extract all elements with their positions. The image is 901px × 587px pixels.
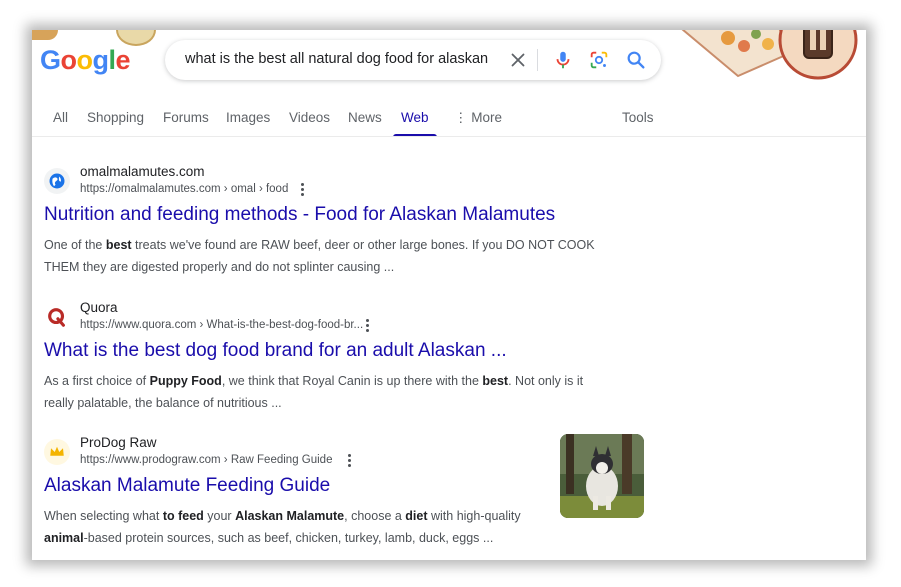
- result-options-icon[interactable]: [295, 181, 309, 197]
- header-divider: [32, 136, 866, 137]
- snippet-text: As a first choice of: [44, 374, 150, 388]
- snippet-text: your: [203, 509, 236, 523]
- google-logo[interactable]: Google: [40, 45, 131, 75]
- logo-letter: l: [108, 45, 117, 75]
- doodle-illustration[interactable]: [668, 30, 866, 94]
- result-title-link[interactable]: What is the best dog food brand for an a…: [44, 340, 507, 362]
- result-thumbnail-image[interactable]: [560, 434, 644, 518]
- doodle-decoration-bubble: [116, 30, 156, 46]
- tab-shopping[interactable]: Shopping: [87, 110, 144, 125]
- result-snippet: When selecting what to feed your Alaskan…: [44, 505, 534, 549]
- tools-button[interactable]: Tools: [622, 110, 654, 125]
- snippet-text: , choose a: [344, 509, 406, 523]
- snippet-highlight: Puppy Food: [149, 374, 222, 388]
- browser-frame: Google what is the best all natural dog …: [32, 30, 866, 560]
- logo-letter: g: [92, 45, 110, 75]
- result-site-name: Quora: [80, 300, 118, 315]
- result-url[interactable]: https://omalmalamutes.com › omal › food: [80, 183, 288, 195]
- snippet-highlight: to feed: [162, 509, 204, 523]
- logo-letter: e: [115, 45, 131, 75]
- tab-images[interactable]: Images: [226, 110, 270, 125]
- search-input[interactable]: what is the best all natural dog food fo…: [185, 51, 488, 67]
- result-options-icon[interactable]: [360, 317, 374, 333]
- doodle-decoration-left: [32, 30, 58, 40]
- tab-videos[interactable]: Videos: [289, 110, 330, 125]
- snippet-highlight: diet: [405, 509, 428, 523]
- close-icon[interactable]: [507, 49, 529, 71]
- snippet-text: -based protein sources, such as beef, ch…: [83, 531, 494, 545]
- tab-more-label: More: [471, 110, 503, 125]
- search-divider: [537, 49, 538, 71]
- crown-icon: [44, 439, 70, 465]
- snippet-highlight: best: [105, 238, 132, 252]
- logo-letter: G: [40, 45, 61, 75]
- snippet-text: One of the: [44, 238, 106, 252]
- more-vert-icon: ⋮: [454, 110, 468, 125]
- result-title-link[interactable]: Nutrition and feeding methods - Food for…: [44, 204, 555, 226]
- tab-more[interactable]: ⋮ More: [454, 110, 502, 126]
- result-site-name: ProDog Raw: [80, 435, 157, 450]
- google-lens-icon[interactable]: [588, 49, 610, 71]
- tab-news[interactable]: News: [348, 110, 382, 125]
- logo-letter: o: [76, 45, 94, 75]
- snippet-text: , we think that Royal Canin is up there …: [221, 374, 483, 388]
- snippet-text: with high-quality: [427, 509, 521, 523]
- microphone-icon[interactable]: [552, 49, 574, 71]
- search-box[interactable]: what is the best all natural dog food fo…: [165, 40, 661, 80]
- tab-web[interactable]: Web: [401, 110, 429, 125]
- search-icon[interactable]: [625, 49, 647, 71]
- snippet-highlight: best: [482, 374, 509, 388]
- tab-all[interactable]: All: [53, 110, 68, 125]
- snippet-text: When selecting what: [44, 509, 163, 523]
- result-snippet: As a first choice of Puppy Food, we thin…: [44, 370, 614, 414]
- snippet-highlight: Alaskan Malamute: [235, 509, 345, 523]
- result-site-name: omalmalamutes.com: [80, 164, 205, 179]
- result-url[interactable]: https://www.prodograw.com › Raw Feeding …: [80, 454, 332, 466]
- tab-forums[interactable]: Forums: [163, 110, 209, 125]
- result-url[interactable]: https://www.quora.com › What-is-the-best…: [80, 319, 363, 331]
- search-tabs: All Shopping Forums Images Videos News W…: [32, 108, 866, 138]
- result-title-link[interactable]: Alaskan Malamute Feeding Guide: [44, 475, 330, 497]
- logo-letter: o: [60, 45, 78, 75]
- quora-logo-icon: [44, 304, 70, 330]
- globe-icon: [44, 168, 70, 194]
- snippet-highlight: animal: [44, 531, 84, 545]
- result-snippet: One of the best treats we've found are R…: [44, 234, 614, 278]
- result-options-icon[interactable]: [342, 452, 356, 468]
